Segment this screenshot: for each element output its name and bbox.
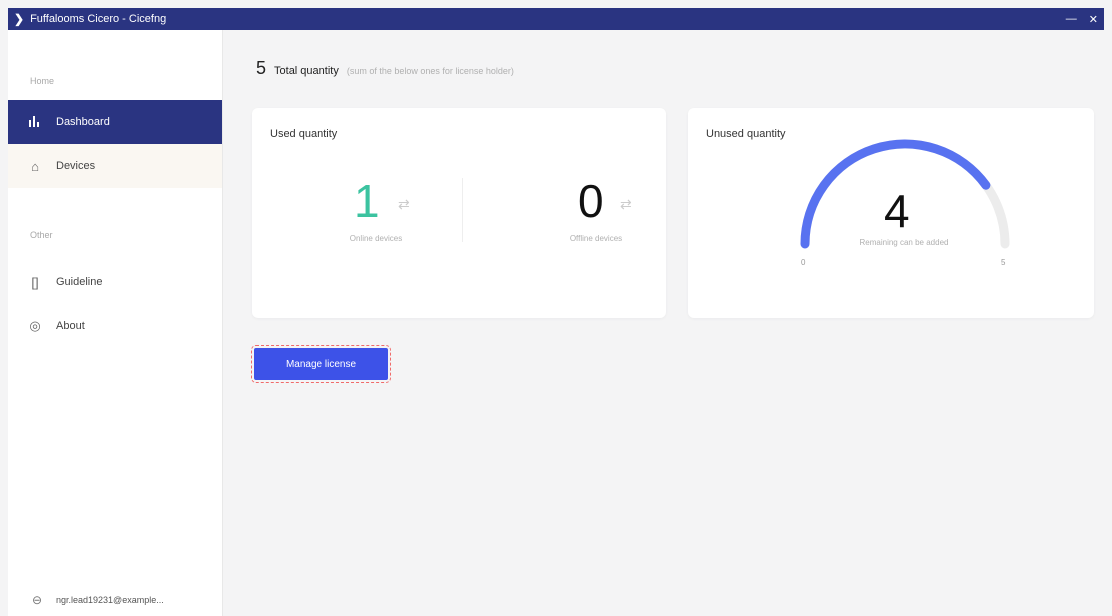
offline-device-icon: ⇄ <box>620 196 632 212</box>
device-icon: ⌂ <box>31 158 39 174</box>
used-quantity-card: Used quantity 1 ⇄ Online devices 0 ⇄ Off… <box>252 108 666 318</box>
bar-chart-icon <box>22 115 48 130</box>
unused-quantity-card: Unused quantity 4 Remaining can be added… <box>688 108 1094 318</box>
total-label: Total quantity <box>274 65 339 77</box>
user-account[interactable]: ⊖ ngr.lead19231@example... <box>8 588 222 612</box>
unused-caption: Remaining can be added <box>859 238 949 247</box>
sidebar-item-label: About <box>56 320 85 332</box>
user-email: ngr.lead19231@example... <box>56 595 164 605</box>
unused-count: 4 <box>884 185 910 237</box>
sidebar-item-label: Guideline <box>56 276 103 288</box>
sidebar-item-devices[interactable]: ⌂ Devices <box>8 144 222 188</box>
total-value: 5 <box>256 58 267 78</box>
offline-caption: Offline devices <box>569 234 623 243</box>
title-bar: ❯ Fuffalooms Cicero - Cicefng — ✕ <box>8 8 1104 30</box>
main-content: 5 Total quantity (sum of the below ones … <box>222 30 1104 616</box>
online-count: 1 <box>354 175 380 227</box>
info-icon: ◎ <box>29 318 41 333</box>
sidebar-item-label: Dashboard <box>56 116 110 128</box>
sidebar-item-label: Devices <box>56 160 96 172</box>
divider <box>462 178 463 242</box>
book-icon: [] <box>31 274 39 290</box>
sidebar: Home Dashboard ⌂ Devices Other [] Guidel… <box>8 30 223 616</box>
gauge-max-label: 5 <box>1001 258 1006 267</box>
online-device-icon: ⇄ <box>398 196 410 212</box>
manage-license-button[interactable]: Manage license <box>251 345 391 383</box>
window-title: Fuffalooms Cicero - Cicefng <box>30 13 167 25</box>
card-title: Used quantity <box>270 128 338 140</box>
sidebar-item-dashboard[interactable]: Dashboard <box>8 100 222 144</box>
user-icon: ⊖ <box>31 593 43 607</box>
close-button[interactable]: ✕ <box>1089 13 1098 26</box>
offline-count: 0 <box>578 175 604 227</box>
sidebar-section-home: Home <box>30 76 55 86</box>
total-quantity: 5 Total quantity (sum of the below ones … <box>256 58 514 79</box>
window-controls: — ✕ <box>1066 13 1098 26</box>
minimize-button[interactable]: — <box>1066 13 1077 26</box>
sidebar-item-guideline[interactable]: [] Guideline <box>8 260 222 304</box>
app-logo-icon: ❯ <box>14 12 25 26</box>
total-subtitle: (sum of the below ones for license holde… <box>346 66 514 76</box>
gauge-min-label: 0 <box>801 258 806 267</box>
sidebar-item-about[interactable]: ◎ About <box>8 304 222 348</box>
online-caption: Online devices <box>349 234 403 243</box>
sidebar-section-other: Other <box>30 230 53 240</box>
